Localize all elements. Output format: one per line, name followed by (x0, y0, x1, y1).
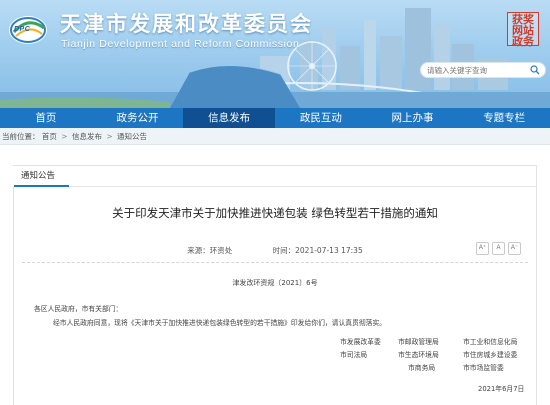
signatory: 市生态环境局 (398, 351, 439, 359)
search-input[interactable] (427, 63, 523, 77)
main-nav: 首页 政务公开 信息发布 政民互动 网上办事 专题专栏 (0, 108, 550, 128)
breadcrumb-info-release[interactable]: 信息发布 (72, 132, 102, 141)
signatory: 市商务局 (408, 364, 436, 372)
breadcrumb-notices[interactable]: 通知公告 (117, 132, 147, 141)
signatory: 市邮政管理局 (398, 338, 439, 346)
nav-item-special-topics[interactable]: 专题专栏 (458, 108, 550, 128)
nav-item-home[interactable]: 首页 (0, 108, 92, 128)
salutation: 各区人民政府，市有关部门： (34, 305, 123, 313)
breadcrumb-separator: > (61, 132, 68, 141)
nav-item-online-services[interactable]: 网上办事 (367, 108, 459, 128)
header-banner: DPC 天津市发展和改革委员会 Tianjin Development and … (0, 0, 550, 108)
search-icon[interactable] (530, 65, 540, 75)
article-title: 关于印发天津市关于加快推进快递包装 绿色转型若干措施的通知 (112, 206, 438, 220)
site-subtitle: Tianjin Development and Reform Commissio… (61, 38, 300, 50)
signatory: 市发展改革委 (340, 338, 381, 346)
tab-notices[interactable]: 通知公告 (13, 166, 64, 186)
signatory: 市市场监管委 (463, 364, 504, 372)
logo-text: DPC (14, 26, 31, 33)
breadcrumb: 当前位置： 首页 > 信息发布 > 通知公告 (0, 128, 550, 145)
breadcrumb-home[interactable]: 首页 (42, 132, 57, 141)
search-box[interactable] (420, 62, 546, 78)
signatory: 市司法局 (340, 351, 368, 359)
article-source: 来源：环资处 (187, 246, 233, 255)
award-seal: 获奖 网站 政务 (507, 12, 539, 48)
body-paragraph: 经市人民政府同意，现将《天津市关于加快推进快递包装绿色转型的若干措施》印发给你们… (53, 319, 387, 327)
signatory: 市住房城乡建设委 (463, 351, 518, 359)
document-number: 津发改环资规〔2021〕6号 (232, 279, 318, 287)
font-reset-button[interactable]: A (492, 242, 505, 255)
font-size-controls: A⁺ A A⁻ (476, 242, 521, 255)
sign-date: 2021年6月7日 (478, 385, 525, 393)
nav-item-interaction[interactable]: 政民互动 (275, 108, 367, 128)
site-title: 天津市发展和改革委员会 (60, 12, 313, 36)
nav-item-info-release[interactable]: 信息发布 (183, 108, 276, 128)
article-date: 时间：2021-07-13 17:35 (272, 246, 363, 255)
breadcrumb-prefix: 当前位置： (2, 132, 40, 141)
breadcrumb-separator: > (106, 132, 113, 141)
nav-item-government-affairs[interactable]: 政务公开 (92, 108, 184, 128)
font-decrease-button[interactable]: A⁻ (508, 242, 521, 255)
seal-char: 政务 (512, 35, 534, 48)
tab-active-indicator (14, 185, 69, 187)
article-divider (22, 262, 528, 263)
signatory: 市工业和信息化局 (463, 338, 518, 346)
tab-divider (14, 186, 536, 187)
article-meta: 来源：环资处 时间：2021-07-13 17:35 (0, 245, 550, 256)
font-increase-button[interactable]: A⁺ (476, 242, 489, 255)
